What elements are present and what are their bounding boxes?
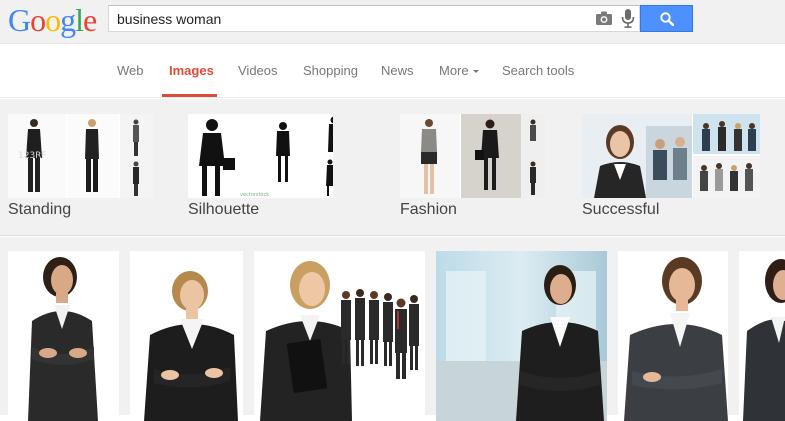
logo-letter: e xyxy=(83,2,97,38)
related-search-chip[interactable]: Fashion xyxy=(400,114,545,218)
thumbnail-image xyxy=(582,114,760,198)
google-logo[interactable]: Google xyxy=(8,2,97,38)
search-nav: Web Images Videos Shopping News More Sea… xyxy=(0,45,785,98)
microphone-icon[interactable] xyxy=(621,9,635,28)
logo-letter: G xyxy=(8,2,31,38)
image-result-thumbnail xyxy=(8,251,119,421)
tab-images[interactable]: Images xyxy=(169,63,214,78)
tab-search-tools[interactable]: Search tools xyxy=(502,63,574,78)
related-search-chip[interactable]: 123RF Standing xyxy=(8,114,153,218)
related-search-label: Standing xyxy=(8,201,72,218)
search-box[interactable] xyxy=(108,5,640,32)
search-icon xyxy=(660,12,674,26)
tab-videos[interactable]: Videos xyxy=(238,63,278,78)
image-result-thumbnail xyxy=(739,251,785,421)
image-result[interactable] xyxy=(8,251,119,421)
tab-web[interactable]: Web xyxy=(117,63,144,78)
related-thumbnail-group xyxy=(582,114,760,198)
related-searches: 123RF Standing vectorstock Silhouette Fa… xyxy=(0,99,785,236)
thumbnail-image: 123RF xyxy=(8,114,153,198)
chevron-down-icon xyxy=(472,70,479,73)
related-search-label: Fashion xyxy=(400,201,457,218)
related-search-chip[interactable]: vectorstock Silhouette xyxy=(188,114,333,218)
related-search-label: Silhouette xyxy=(188,201,260,218)
image-results-grid xyxy=(0,237,785,421)
logo-letter: o xyxy=(30,2,46,38)
related-thumbnail-group xyxy=(400,114,545,198)
tab-more-label: More xyxy=(439,63,469,78)
tab-news[interactable]: News xyxy=(381,63,414,78)
svg-text:vectorstock: vectorstock xyxy=(240,192,269,198)
image-result-thumbnail xyxy=(436,251,607,421)
related-thumbnail-group: vectorstock xyxy=(188,114,333,198)
image-result[interactable] xyxy=(254,251,425,421)
image-result[interactable] xyxy=(130,251,243,421)
related-search-chip[interactable]: Successful xyxy=(582,114,760,218)
image-result-thumbnail xyxy=(130,251,243,421)
logo-letter: l xyxy=(75,2,84,38)
tab-shopping[interactable]: Shopping xyxy=(303,63,358,78)
related-search-label: Successful xyxy=(582,201,660,218)
image-result[interactable] xyxy=(618,251,728,421)
logo-letter: g xyxy=(60,2,76,38)
thumbnail-image: vectorstock xyxy=(188,114,333,198)
image-result[interactable] xyxy=(436,251,607,421)
top-bar: Google xyxy=(0,0,785,44)
image-result-thumbnail xyxy=(254,251,425,421)
related-thumbnail-group: 123RF xyxy=(8,114,153,198)
svg-text:123RF: 123RF xyxy=(18,151,47,161)
image-result[interactable] xyxy=(739,251,785,421)
camera-icon[interactable] xyxy=(596,11,612,25)
search-input[interactable] xyxy=(117,9,587,29)
thumbnail-image xyxy=(400,114,545,198)
logo-letter: o xyxy=(45,2,61,38)
search-button[interactable] xyxy=(640,5,693,32)
image-result-thumbnail xyxy=(618,251,728,421)
active-tab-indicator xyxy=(162,94,217,97)
tab-more[interactable]: More xyxy=(439,63,479,78)
